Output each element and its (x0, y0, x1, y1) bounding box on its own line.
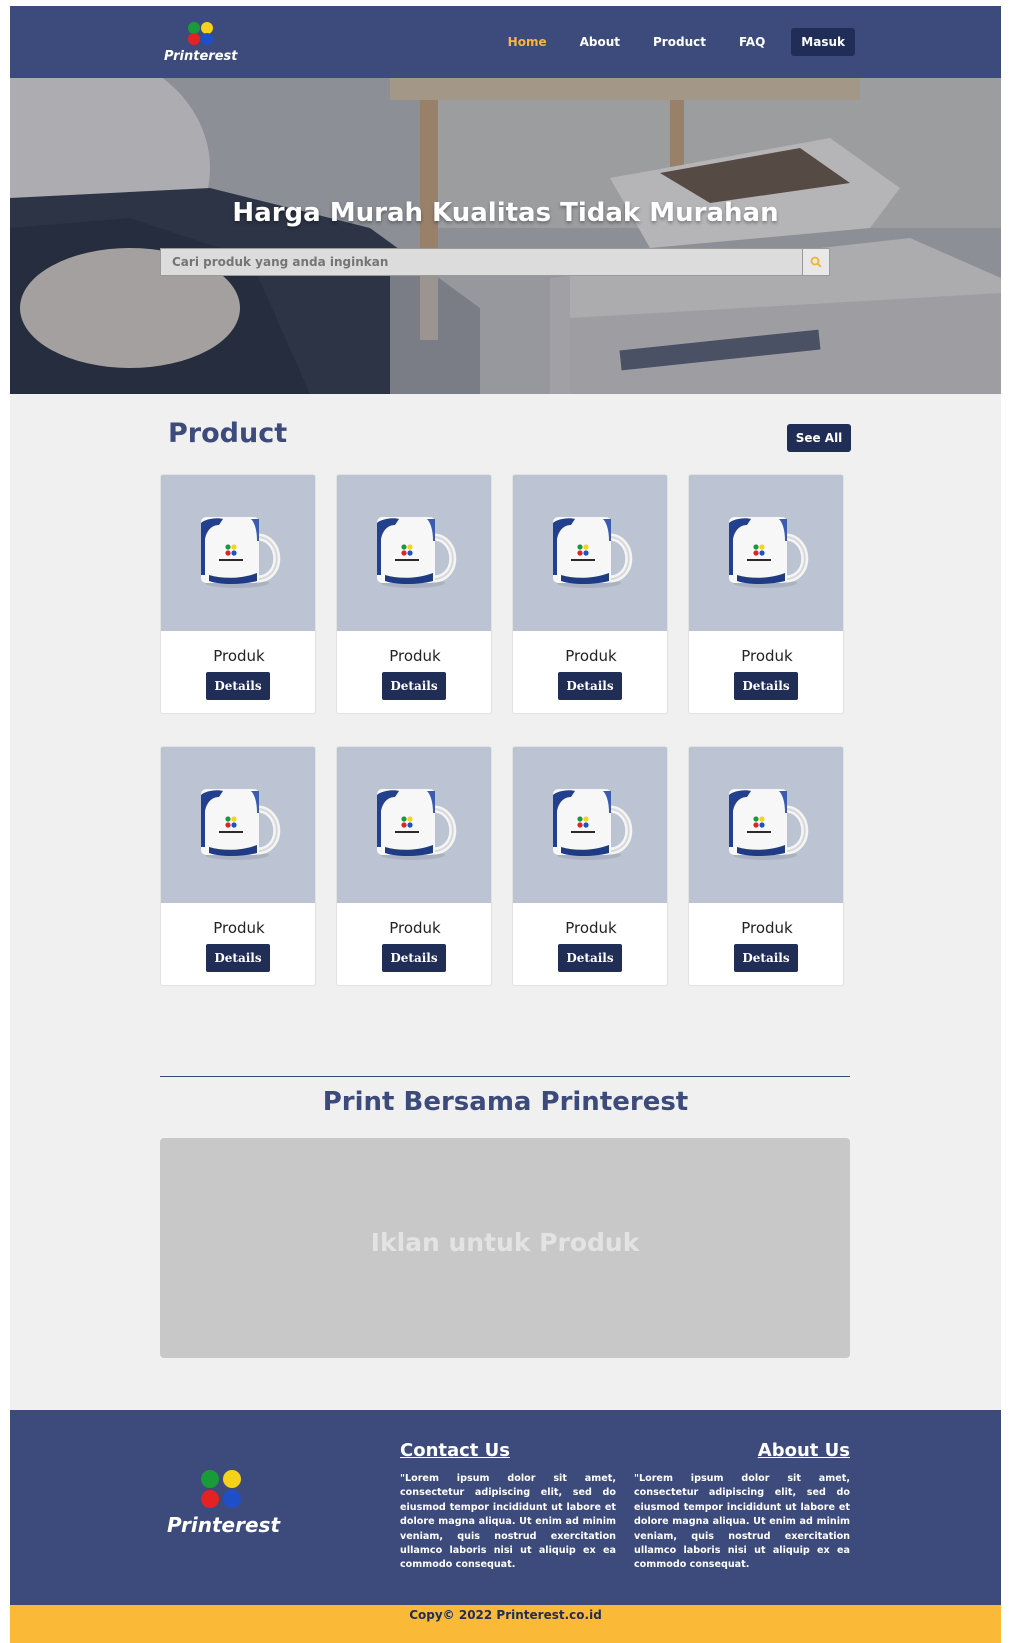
product-card[interactable]: Produk Details (688, 746, 844, 986)
search-bar (160, 248, 830, 276)
details-button[interactable]: Details (734, 672, 798, 700)
ad-banner[interactable]: Iklan untuk Produk (160, 1138, 850, 1358)
details-button[interactable]: Details (558, 672, 622, 700)
product-card[interactable]: Produk Details (336, 474, 492, 714)
product-card[interactable]: Produk Details (688, 474, 844, 714)
brand-logo[interactable]: Printerest (164, 22, 238, 66)
contact-title[interactable]: Contact Us (400, 1440, 616, 1461)
product-image[interactable] (337, 475, 491, 631)
page: Printerest Home About Product FAQ Masuk (10, 6, 1001, 1643)
product-card[interactable]: Produk Details (336, 746, 492, 986)
contact-column: Contact Us "Lorem ipsum dolor sit amet, … (400, 1440, 616, 1573)
nav-faq[interactable]: FAQ (739, 35, 765, 49)
product-name: Produk (565, 647, 617, 665)
mug-product-image (689, 747, 843, 903)
details-button[interactable]: Details (382, 944, 446, 972)
product-card[interactable]: Produk Details (512, 474, 668, 714)
hero-title: Harga Murah Kualitas Tidak Murahan (232, 198, 779, 228)
promo-title: Print Bersama Printerest (322, 1087, 689, 1117)
details-button[interactable]: Details (206, 672, 270, 700)
footer-logo-text: Printerest (167, 1513, 281, 1537)
hero-banner: Harga Murah Kualitas Tidak Murahan (10, 78, 1001, 394)
product-image[interactable] (337, 747, 491, 903)
search-input[interactable] (160, 248, 803, 276)
nav-product[interactable]: Product (653, 35, 706, 49)
contact-text: "Lorem ipsum dolor sit amet, consectetur… (400, 1473, 616, 1571)
search-button[interactable] (802, 248, 830, 276)
mug-product-image (161, 747, 315, 903)
copyright-text: Copy© 2022 Printerest.co.id (409, 1608, 602, 1622)
product-name: Produk (213, 647, 265, 665)
product-image[interactable] (161, 475, 315, 631)
footer-logo[interactable]: Printerest (167, 1470, 281, 1540)
nav-about[interactable]: About (580, 35, 620, 49)
logo-dots-icon (201, 1470, 245, 1510)
about-title[interactable]: About Us (634, 1440, 850, 1461)
navbar: Printerest Home About Product FAQ Masuk (10, 6, 1001, 78)
ad-text: Iklan untuk Produk (370, 1228, 640, 1257)
product-image[interactable] (689, 747, 843, 903)
mug-product-image (161, 475, 315, 631)
mug-product-image (689, 475, 843, 631)
about-text: "Lorem ipsum dolor sit amet, consectetur… (634, 1473, 850, 1571)
nav-links: Home About Product FAQ Masuk (475, 28, 855, 56)
product-image[interactable] (513, 747, 667, 903)
about-column: About Us "Lorem ipsum dolor sit amet, co… (634, 1440, 850, 1573)
product-section-title: Product (168, 418, 288, 449)
product-name: Produk (213, 919, 265, 937)
footer: Printerest Contact Us "Lorem ipsum dolor… (10, 1410, 1001, 1605)
see-all-button[interactable]: See All (787, 424, 851, 452)
details-button[interactable]: Details (558, 944, 622, 972)
details-button[interactable]: Details (382, 672, 446, 700)
product-card[interactable]: Produk Details (512, 746, 668, 986)
search-icon (810, 256, 822, 268)
details-button[interactable]: Details (734, 944, 798, 972)
logo-dots-icon (186, 22, 214, 48)
hero-overlay (10, 78, 1001, 394)
product-card[interactable]: Produk Details (160, 746, 316, 986)
product-name: Produk (741, 919, 793, 937)
mug-product-image (513, 747, 667, 903)
nav-home[interactable]: Home (508, 35, 547, 49)
copyright-bar: Copy© 2022 Printerest.co.id (10, 1605, 1001, 1643)
product-image[interactable] (513, 475, 667, 631)
mug-product-image (337, 475, 491, 631)
product-name: Produk (389, 647, 441, 665)
logo-text: Printerest (164, 49, 238, 64)
product-name: Produk (565, 919, 617, 937)
product-name: Produk (389, 919, 441, 937)
product-card[interactable]: Produk Details (160, 474, 316, 714)
mug-product-image (337, 747, 491, 903)
product-image[interactable] (161, 747, 315, 903)
details-button[interactable]: Details (206, 944, 270, 972)
product-image[interactable] (689, 475, 843, 631)
product-name: Produk (741, 647, 793, 665)
login-button[interactable]: Masuk (791, 28, 855, 56)
section-divider (160, 1076, 850, 1077)
mug-product-image (513, 475, 667, 631)
